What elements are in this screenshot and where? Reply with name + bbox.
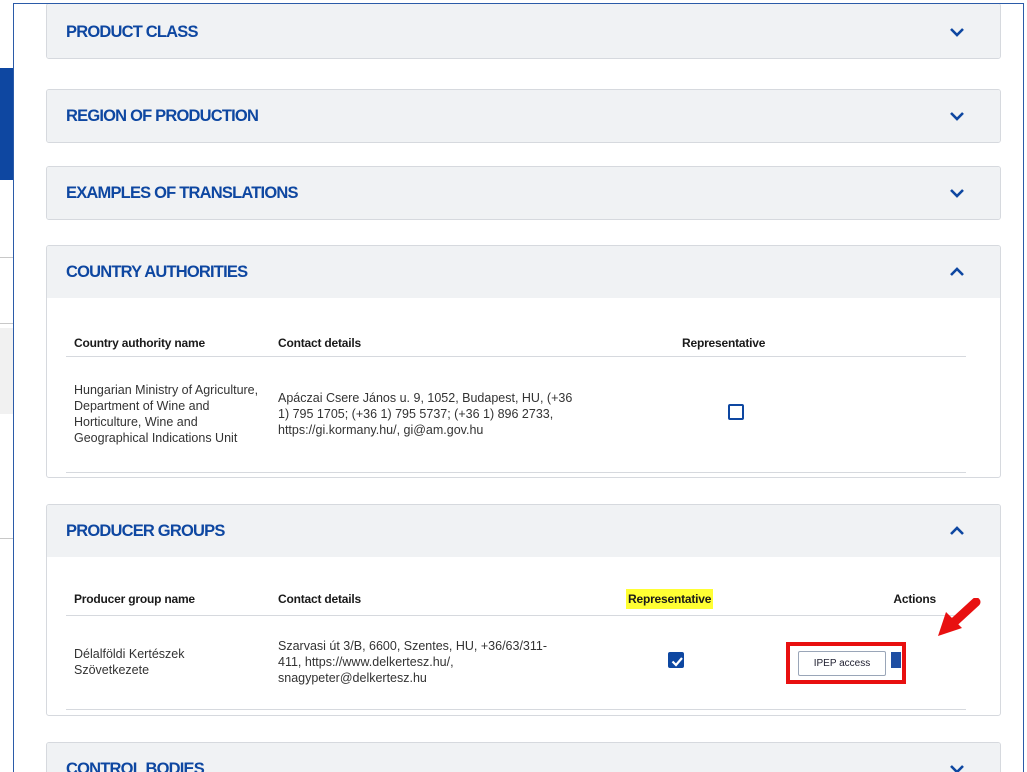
accordion-product-class: PRODUCT CLASS (46, 4, 1001, 59)
red-arrow-icon (938, 598, 981, 636)
column-header-highlighted: Representative (626, 588, 714, 609)
column-header: Producer group name (74, 591, 195, 606)
background-divider (0, 257, 14, 258)
column-header: Country authority name (74, 335, 205, 350)
accordion-header-examples-of-translations[interactable]: EXAMPLES OF TRANSLATIONS (47, 167, 1000, 219)
representative-checkbox[interactable] (728, 404, 744, 420)
column-header: Representative (682, 335, 766, 350)
chevron-down-icon[interactable] (948, 23, 966, 41)
callout-highlight-box: IPEP access (786, 642, 906, 684)
chevron-down-icon[interactable] (948, 760, 966, 772)
accordion-title: REGION OF PRODUCTION (66, 106, 259, 125)
accordion-header-country-authorities[interactable]: COUNTRY AUTHORITIES (47, 246, 1000, 298)
background-grey-panel (0, 328, 14, 414)
chevron-up-icon[interactable] (948, 263, 966, 281)
chevron-down-icon[interactable] (948, 184, 966, 202)
accordion-header-control-bodies[interactable]: CONTROL BODIES (47, 743, 1000, 772)
accordion-region-of-production: REGION OF PRODUCTION (46, 89, 1001, 143)
contact-details: Szarvasi út 3/B, 6600, Szentes, HU, +36/… (278, 639, 548, 685)
accordion-header-producer-groups[interactable]: PRODUCER GROUPS (47, 505, 1000, 557)
background-divider (0, 323, 14, 324)
contact-details: Apáczai Csere János u. 9, 1052, Budapest… (278, 391, 573, 437)
edit-action-icon[interactable] (891, 652, 901, 668)
ipep-access-button[interactable]: IPEP access (798, 651, 886, 676)
accordion-country-authorities: COUNTRY AUTHORITIES Country authority na… (46, 245, 1001, 478)
column-header: Contact details (278, 335, 362, 350)
representative-cell (626, 615, 786, 709)
background-blue-panel (0, 68, 14, 180)
table-row: Hungarian Ministry of Agriculture, Depar… (66, 356, 966, 472)
chevron-up-icon[interactable] (948, 522, 966, 540)
representative-cell (682, 356, 966, 472)
accordion-examples-of-translations: EXAMPLES OF TRANSLATIONS (46, 166, 1001, 220)
country-authorities-table: Country authority name Contact details R… (66, 330, 966, 473)
accordion-title: PRODUCER GROUPS (66, 521, 225, 540)
representative-checkbox-checked[interactable] (668, 652, 684, 668)
accordion-header-region-of-production[interactable]: REGION OF PRODUCTION (47, 90, 1000, 142)
accordion-producer-groups: PRODUCER GROUPS Producer group name Cont… (46, 504, 1001, 716)
background-divider (0, 538, 14, 539)
producer-group-name: Délalföldi Kertészek Szövetkezete (74, 647, 185, 677)
accordion-title: PRODUCT CLASS (66, 22, 198, 41)
accordion-title: COUNTRY AUTHORITIES (66, 262, 248, 281)
checkmark-icon (671, 657, 683, 667)
column-header: Contact details (278, 591, 362, 606)
accordion-header-product-class[interactable]: PRODUCT CLASS (47, 4, 1000, 58)
table-header-row: Producer group name Contact details Repr… (66, 583, 966, 615)
accordion-title: CONTROL BODIES (66, 759, 205, 772)
accordion-control-bodies: CONTROL BODIES (46, 742, 1001, 772)
chevron-down-icon[interactable] (948, 107, 966, 125)
column-header-cell: Representative (626, 583, 786, 615)
table-header-row: Country authority name Contact details R… (66, 330, 966, 356)
country-authority-name: Hungarian Ministry of Agriculture, Depar… (74, 383, 259, 445)
accordion-title: EXAMPLES OF TRANSLATIONS (66, 183, 298, 202)
